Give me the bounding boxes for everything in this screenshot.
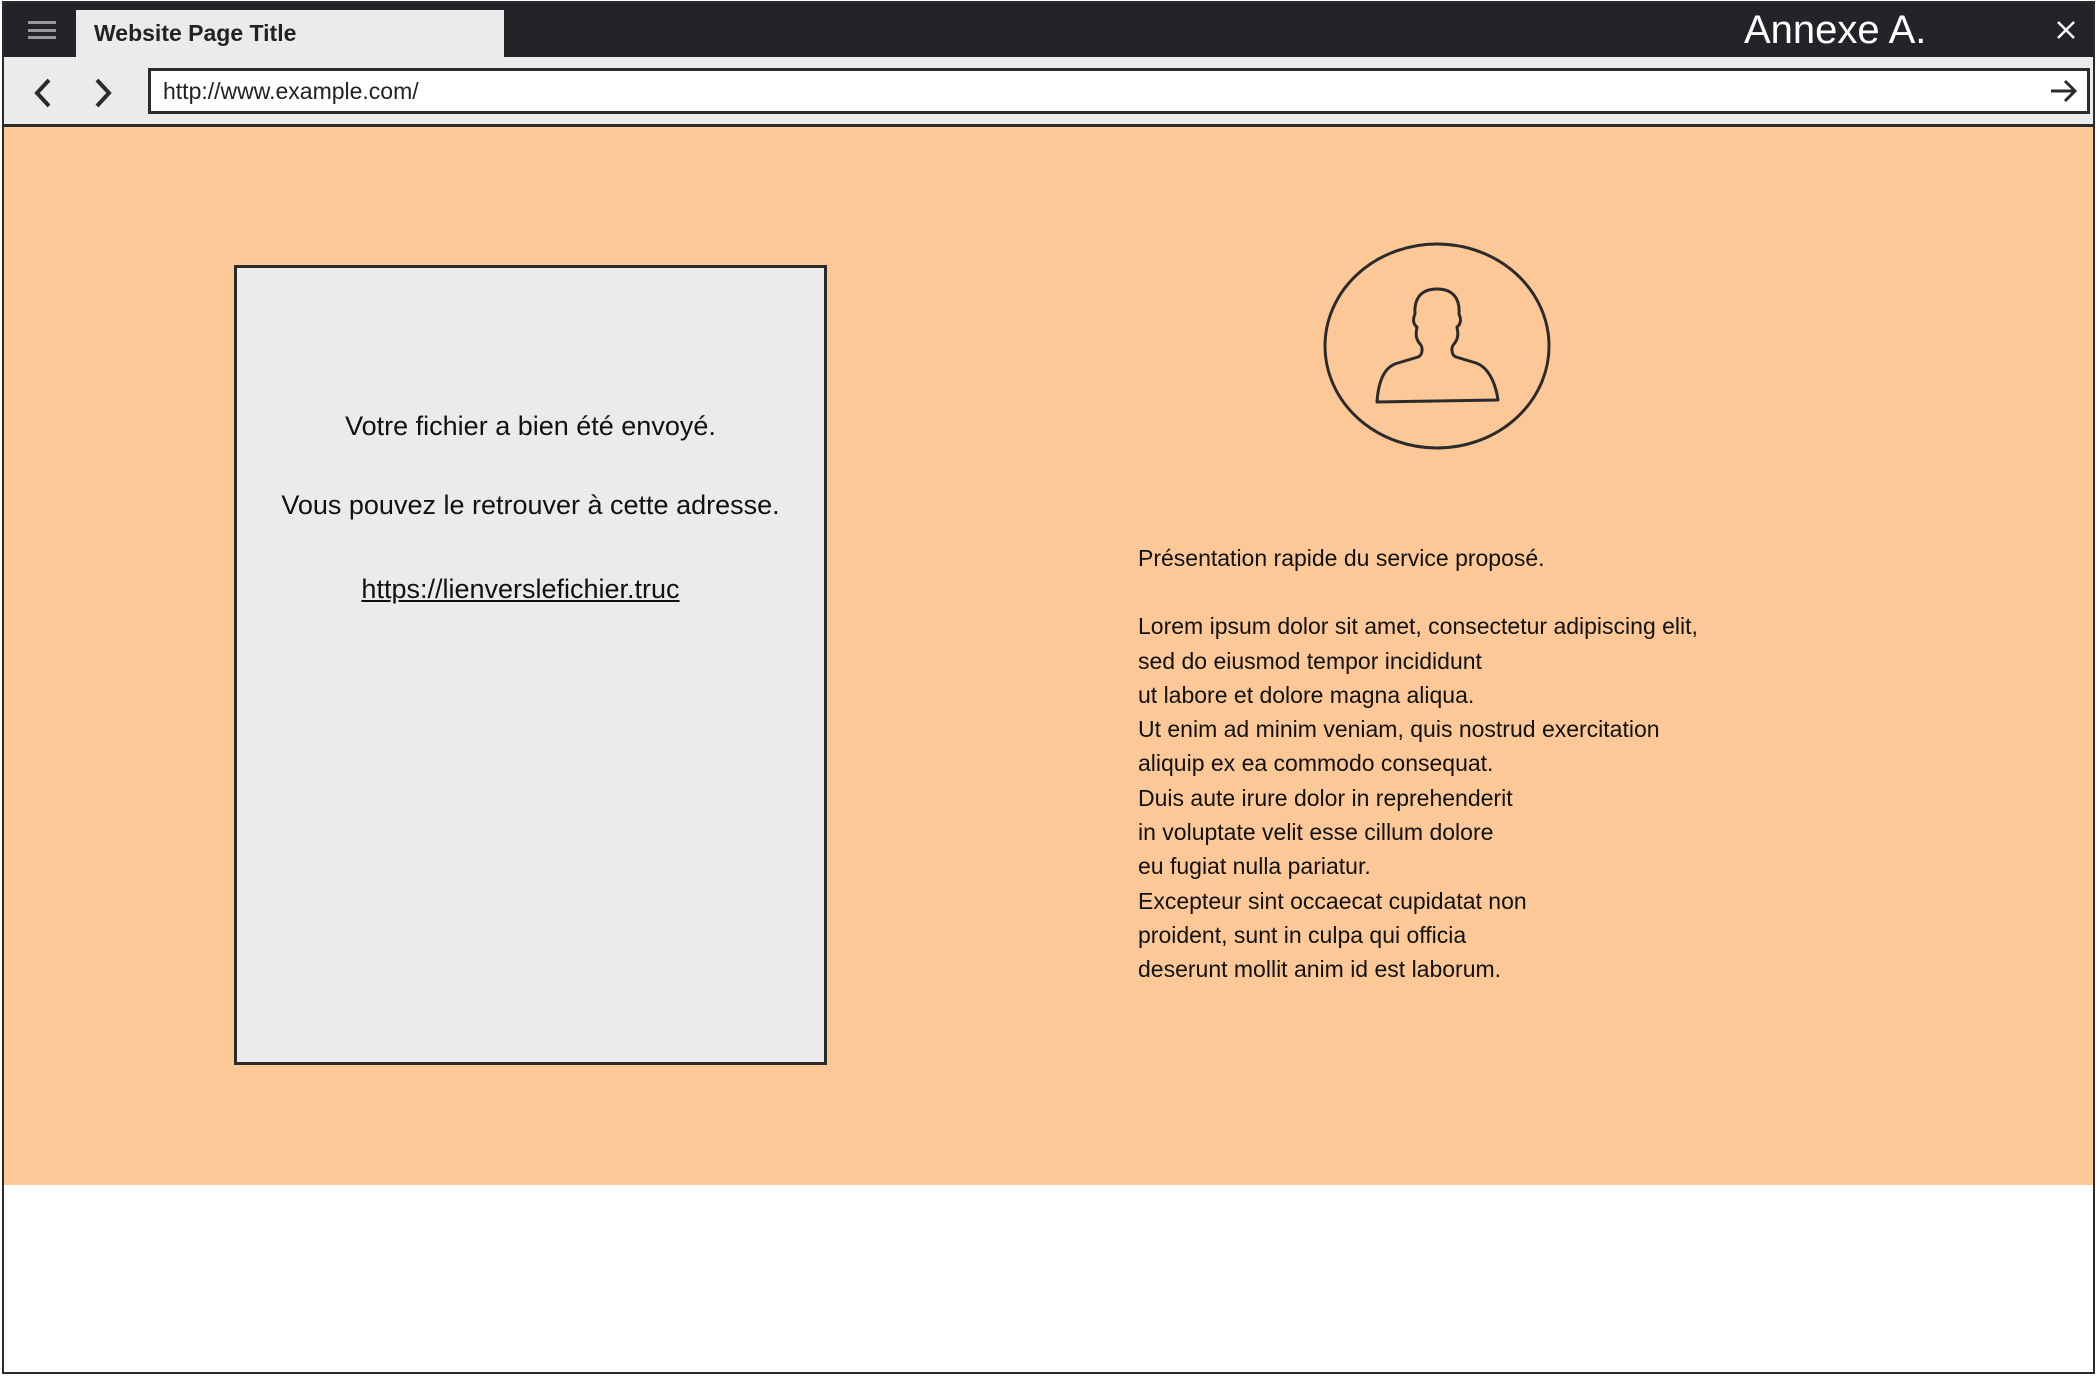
hamburger-menu-icon[interactable]	[22, 17, 62, 43]
tab-title: Website Page Title	[94, 20, 297, 46]
close-icon[interactable]	[2049, 13, 2083, 47]
upload-confirmation-panel: Votre fichier a bien été envoyé. Vous po…	[234, 265, 827, 1065]
description-line: Ut enim ad minim veniam, quis nostrud ex…	[1138, 716, 1660, 743]
description-line: aliquip ex ea commodo consequat.	[1138, 750, 1494, 777]
upload-address-message: Vous pouvez le retrouver à cette adresse…	[281, 490, 780, 520]
user-avatar-icon	[1322, 241, 1552, 451]
page-content: Votre fichier a bien été envoyé. Vous po…	[4, 127, 2093, 1185]
url-input[interactable]: http://www.example.com/	[151, 78, 2041, 105]
upload-success-message: Votre fichier a bien été envoyé.	[345, 411, 716, 441]
service-description: Présentation rapide du service proposé. …	[1138, 541, 1838, 987]
description-line: proident, sunt in culpa qui officia	[1138, 921, 1467, 948]
description-line: ut labore et dolore magna aliqua.	[1138, 681, 1475, 708]
description-line: in voluptate velit esse cillum dolore	[1138, 819, 1494, 846]
service-intro: Présentation rapide du service proposé.	[1138, 545, 1545, 571]
description-line: Excepteur sint occaecat cupidatat non	[1138, 887, 1527, 914]
browser-tab[interactable]: Website Page Title	[76, 10, 504, 57]
navigation-bar: http://www.example.com/	[4, 57, 2093, 127]
description-line: deserunt mollit anim id est laborum.	[1138, 956, 1502, 983]
file-link[interactable]: https://lienverslefichier.truc	[237, 574, 824, 605]
annex-label: Annexe A.	[1744, 7, 1927, 52]
browser-window: Website Page Title Annexe A. http://www.…	[2, 1, 2095, 1374]
arrow-right-icon[interactable]	[2041, 71, 2087, 111]
chevron-right-icon[interactable]	[86, 73, 120, 113]
title-bar: Website Page Title Annexe A.	[4, 3, 2093, 57]
description-line: Lorem ipsum dolor sit amet, consectetur …	[1138, 613, 1698, 640]
description-line: eu fugiat nulla pariatur.	[1138, 853, 1371, 880]
chevron-left-icon[interactable]	[26, 73, 60, 113]
address-bar[interactable]: http://www.example.com/	[148, 68, 2090, 114]
description-line: sed do eiusmod tempor incididunt	[1138, 647, 1482, 674]
description-line: Duis aute irure dolor in reprehenderit	[1138, 784, 1513, 811]
